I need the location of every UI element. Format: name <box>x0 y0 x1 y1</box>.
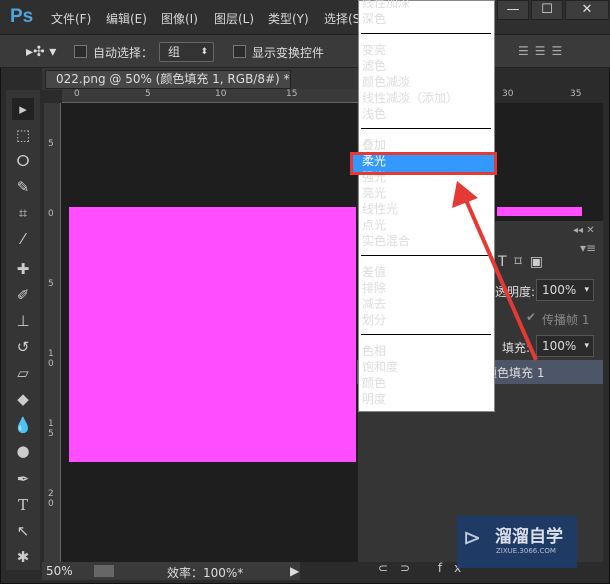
annotation-arrow <box>452 181 538 361</box>
arrow-shaft <box>464 199 538 361</box>
arrow-head <box>452 181 478 208</box>
